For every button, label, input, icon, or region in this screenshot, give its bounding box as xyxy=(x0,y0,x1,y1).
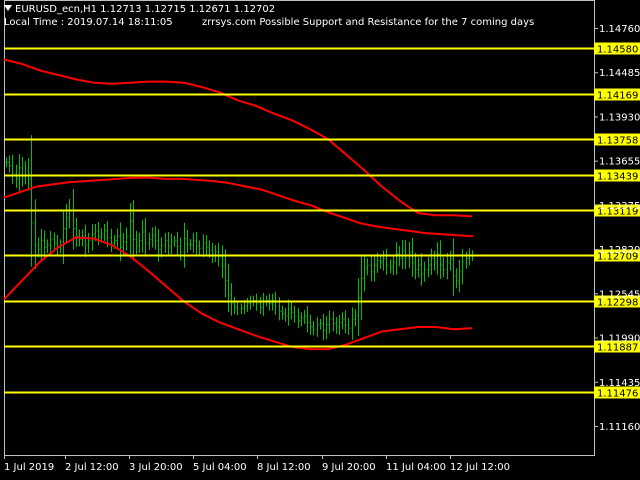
time-tick-label: 8 Jul 12:00 xyxy=(257,462,311,473)
support-resistance-lines: 1.145801.141691.137581.134391.131191.127… xyxy=(4,42,640,400)
level-price-label: 1.13439 xyxy=(597,172,638,183)
level-price-label: 1.11476 xyxy=(597,389,638,400)
time-tick-label: 5 Jul 04:00 xyxy=(193,462,247,473)
moving-average-slow-lower xyxy=(3,236,473,351)
symbol-quote: EURUSD_ecn,H1 1.12713 1.12715 1.12671 1.… xyxy=(15,4,276,15)
local-time: Local Time : 2019.07.14 18:11:05 xyxy=(4,17,173,28)
price-tick-label: 1.13375 xyxy=(599,201,640,212)
price-tick-label: 1.14485 xyxy=(599,68,640,79)
support-resistance-note: zrrsys.com Possible Support and Resistan… xyxy=(202,17,535,28)
time-tick-label: 2 Jul 12:00 xyxy=(65,462,119,473)
price-tick-label: 1.13655 xyxy=(599,157,640,168)
price-tick-label: 1.13930 xyxy=(599,112,640,123)
triangle-down-icon xyxy=(4,5,12,11)
time-tick-label: 9 Jul 20:00 xyxy=(322,462,376,473)
time-axis[interactable]: 1 Jul 2019 2 Jul 12:00 3 Jul 20:00 5 Jul 04… xyxy=(4,455,510,473)
time-tick-label: 12 Jul 12:00 xyxy=(450,462,510,473)
symbol-header: EURUSD_ecn,H1 1.12713 1.12715 1.12671 1.… xyxy=(4,4,275,16)
level-price-label: 1.14169 xyxy=(597,91,638,102)
moving-average-fast xyxy=(3,176,474,238)
moving-average-lines xyxy=(3,58,474,351)
time-tick-label: 11 Jul 04:00 xyxy=(386,462,446,473)
price-tick-label: 1.11160 xyxy=(599,422,640,433)
time-tick-label: 1 Jul 2019 xyxy=(4,462,54,473)
price-tick-label: 1.11990 xyxy=(599,334,640,345)
level-price-label: 1.13758 xyxy=(597,136,638,147)
moving-average-slow-upper xyxy=(3,58,473,218)
price-tick-label: 1.12545 xyxy=(599,289,640,300)
level-price-label: 1.14580 xyxy=(597,45,638,56)
price-tick-label: 1.14760 xyxy=(599,24,640,35)
chart-canvas[interactable]: 1.145801.141691.137581.134391.131191.127… xyxy=(0,0,640,480)
price-axis[interactable]: 1.14760 1.14485 1.13930 1.13655 1.13375 1.128… xyxy=(594,24,640,433)
price-tick-label: 1.11435 xyxy=(599,378,640,389)
price-tick-label: 1.12820 xyxy=(599,245,640,256)
chart-window[interactable]: 1.14580 1.14169 1.13758 1.13439 1.13119 1.127… xyxy=(0,0,640,480)
time-tick-label: 3 Jul 20:00 xyxy=(129,462,183,473)
